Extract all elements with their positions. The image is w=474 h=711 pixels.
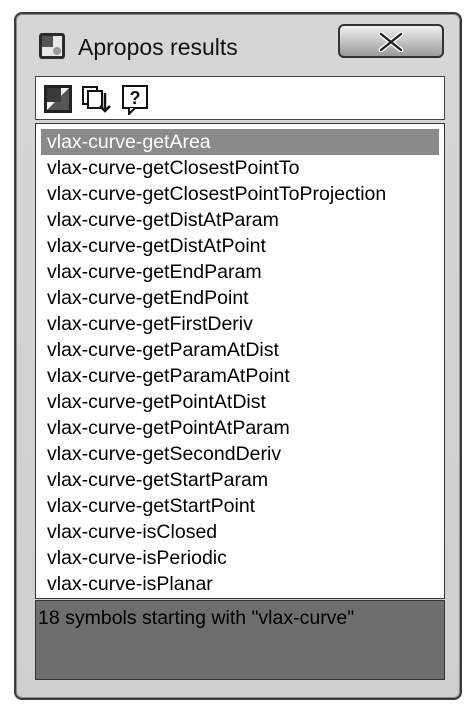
list-item[interactable]: vlax-curve-getStartPoint [41, 493, 439, 519]
list-item[interactable]: vlax-curve-getParamAtPoint [41, 363, 439, 389]
close-button[interactable] [338, 24, 444, 58]
list-item[interactable]: vlax-curve-isPlanar [41, 571, 439, 597]
list-item[interactable]: vlax-curve-getPointAtDist [41, 389, 439, 415]
list-item[interactable]: vlax-curve-getFirstDeriv [41, 311, 439, 337]
status-text: 18 symbols starting with "vlax-curve" [38, 607, 355, 629]
list-item[interactable]: vlax-curve-getClosestPointToProjection [41, 181, 439, 207]
list-item[interactable]: vlax-curve-getEndPoint [41, 285, 439, 311]
list-item[interactable]: vlax-curve-getParamAtDist [41, 337, 439, 363]
title-bar[interactable]: Apropos results [16, 14, 460, 72]
list-item[interactable]: vlax-curve-getClosestPointTo [41, 155, 439, 181]
toolbar: ? [35, 76, 445, 120]
results-list[interactable]: vlax-curve-getArea vlax-curve-getClosest… [35, 123, 445, 599]
list-item[interactable]: vlax-curve-isPeriodic [41, 545, 439, 571]
close-icon [378, 32, 404, 52]
window-title: Apropos results [78, 34, 238, 60]
app-icon [39, 33, 65, 59]
svg-text:?: ? [130, 88, 141, 108]
list-item[interactable]: vlax-curve-getArea [41, 129, 439, 155]
list-item[interactable]: vlax-curve-getStartParam [41, 467, 439, 493]
list-item[interactable]: vlax-curve-getEndParam [41, 259, 439, 285]
list-item[interactable]: vlax-curve-getDistAtParam [41, 207, 439, 233]
help-icon[interactable]: ? [120, 83, 152, 115]
apropos-window: Apropos results ? vlax-curve-getArea vla… [14, 12, 462, 700]
list-item[interactable]: vlax-curve-getPointAtParam [41, 415, 439, 441]
list-item[interactable]: vlax-curve-getDistAtPoint [41, 233, 439, 259]
copy-down-icon[interactable] [80, 83, 112, 115]
edit-icon[interactable] [42, 83, 74, 115]
list-item[interactable]: vlax-curve-isClosed [41, 519, 439, 545]
list-item[interactable]: vlax-curve-getSecondDeriv [41, 441, 439, 467]
status-bar: 18 symbols starting with "vlax-curve" [35, 600, 445, 680]
